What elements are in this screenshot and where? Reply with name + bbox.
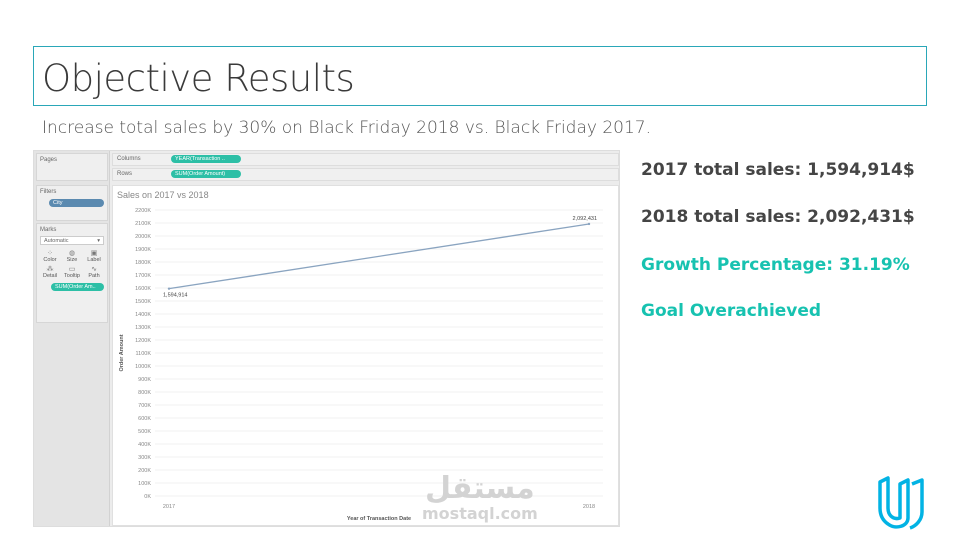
marks-button-label: Label [87,257,101,263]
marks-size-button[interactable]: ◍ Size [62,249,82,263]
stat-goal: Goal Overachieved [641,301,822,321]
y-tick-label: 700K [138,403,151,409]
stat-2018-sales: 2018 total sales: 2,092,431$ [641,207,915,227]
y-tick-label: 1500K [135,299,151,305]
y-tick-label: 800K [138,390,151,396]
marks-button-label: Path [88,273,100,279]
y-tick-label: 2200K [135,208,151,214]
y-tick-label: 2100K [135,221,151,227]
watermark-arabic: مستقل [425,471,535,506]
y-tick-label: 200K [138,468,151,474]
y-tick-label: 0K [144,494,151,500]
marks-buttons: ⁘ Color ◍ Size ▣ Label ⁂ Detail ▭ Tooltip ∿ Pa… [40,249,104,279]
marks-detail-button[interactable]: ⁂ Detail [40,265,60,279]
marks-button-label: Size [66,257,78,263]
y-tick-label: 1900K [135,247,151,253]
data-label: 2,092,431 [573,216,597,222]
series-line [168,223,590,290]
label-icon: ▣ [90,250,98,257]
y-tick-label: 600K [138,416,151,422]
filters-card: Filters City [36,185,108,221]
data-label: 1,594,914 [163,293,187,299]
chevron-down-icon: ▾ [97,238,100,244]
marks-type-value: Automatic [44,238,69,244]
detail-icon: ⁂ [46,266,54,273]
marks-button-label: Detail [42,273,58,279]
y-tick-label: 1200K [135,338,151,344]
stat-growth: Growth Percentage: 31.19% [641,255,910,275]
tooltip-icon: ▭ [68,266,76,273]
slide-title-box: Objective Results [33,46,927,106]
rows-pill[interactable]: SUM(Order Amount) [171,170,241,178]
marks-label-button[interactable]: ▣ Label [84,249,104,263]
marks-label: Marks [40,227,57,233]
marks-card: Marks Automatic ▾ ⁘ Color ◍ Size ▣ Label ⁂ De… [36,223,108,323]
data-point [587,222,591,226]
slide-title: Objective Results [42,57,355,100]
y-tick-label: 500K [138,429,151,435]
watermark: مستقل mostaql.com [422,472,538,522]
y-tick-label: 1300K [135,325,151,331]
data-point [167,287,171,290]
rows-shelf: Rows SUM(Order Amount) [112,168,619,181]
pages-card: Pages [36,153,108,181]
watermark-latin: mostaql.com [422,504,538,523]
y-tick-label: 1400K [135,312,151,318]
y-tick-label: 400K [138,442,151,448]
y-tick-label: 1600K [135,286,151,292]
y-tick-label: 900K [138,377,151,383]
x-tick-label: 2018 [583,504,595,510]
chart-view: Sales on 2017 vs 2018 0K 100K 200K 300K 400K… [112,185,619,526]
y-tick-label: 100K [138,481,151,487]
line-chart: 0K 100K 200K 300K 400K 500K 600K 700K 800K 900K 10… [119,208,603,522]
filters-label: Filters [40,189,57,195]
y-tick-label: 1800K [135,260,151,266]
x-axis-label: Year of Transaction Date [347,516,411,522]
color-icon: ⁘ [47,250,53,257]
columns-label: Columns [117,156,141,162]
path-icon: ∿ [91,266,97,273]
y-tick-label: 1700K [135,273,151,279]
size-icon: ◍ [68,250,76,257]
filter-pill-city[interactable]: City [49,199,104,207]
marks-button-label: Color [43,257,57,263]
columns-pill[interactable]: YEAR(Transaction .. [171,155,241,163]
marks-tooltip-button[interactable]: ▭ Tooltip [62,265,82,279]
tableau-left-panel: Pages Filters City Marks Automatic ▾ ⁘ Col… [34,151,110,526]
y-axis-label: Order Amount [119,334,125,371]
marks-color-button[interactable]: ⁘ Color [40,249,60,263]
stat-2017-sales: 2017 total sales: 1,594,914$ [641,160,915,180]
marks-pill-sum-order-amount[interactable]: SUM(Order Am.. [51,283,104,291]
y-tick-label: 1000K [135,364,151,370]
y-tick-label: 1100K [136,351,152,357]
x-tick-label: 2017 [163,504,175,510]
slide-subtitle: Increase total sales by 30% on Black Fri… [42,118,652,138]
marks-path-button[interactable]: ∿ Path [84,265,104,279]
tableau-shelves: Columns YEAR(Transaction .. Rows SUM(Ord… [112,153,619,183]
rows-label: Rows [117,171,133,177]
y-tick-label: 2000K [135,234,151,240]
marks-button-label: Tooltip [64,273,80,279]
marks-type-dropdown[interactable]: Automatic ▾ [40,236,104,245]
y-tick-label: 300K [138,455,151,461]
pages-label: Pages [40,157,58,163]
columns-shelf: Columns YEAR(Transaction .. [112,153,619,166]
udacity-logo-icon [878,476,924,530]
